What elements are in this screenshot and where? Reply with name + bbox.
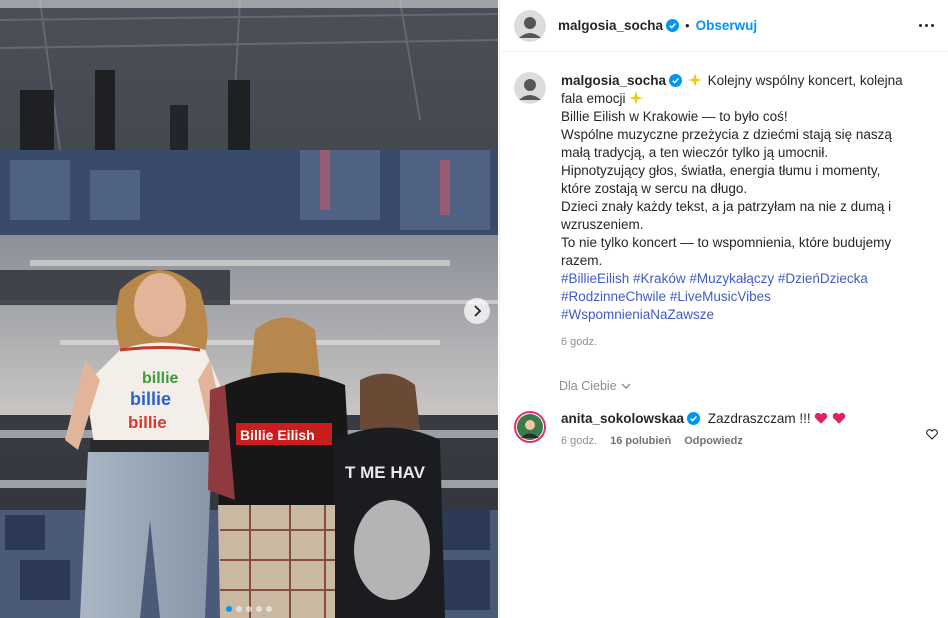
carousel-dot: [266, 606, 272, 612]
hashtag-list: #BillieEilish #Kraków #Muzykałączy #Dzie…: [561, 270, 911, 324]
caption-line-3: Wspólne muzyczne przeżycia z dziećmi sta…: [561, 127, 892, 160]
carousel-dot: [236, 606, 242, 612]
sparkles-icon: [687, 73, 702, 87]
red-heart-emoji-icon: [815, 412, 828, 424]
shirt-text-1: billie: [142, 370, 179, 387]
header-username[interactable]: malgosia_socha: [558, 18, 663, 33]
carousel-next-button[interactable]: [464, 298, 490, 324]
comment-username[interactable]: anita_sokolowskaa: [561, 411, 684, 426]
comment-text: Zazdraszczam !!!: [707, 411, 811, 426]
caption-username[interactable]: malgosia_socha: [561, 73, 666, 88]
verified-badge-icon: [669, 74, 683, 87]
comment-timestamp[interactable]: 6 godz.: [561, 435, 597, 447]
carousel-indicator: [0, 606, 498, 612]
post-header: malgosia_socha • Obserwuj: [500, 0, 948, 52]
post-caption: malgosia_socha Kolejny wspólny koncert, …: [500, 52, 948, 351]
hashtag-link[interactable]: #DzieńDziecka: [778, 271, 868, 286]
follow-button[interactable]: Obserwuj: [696, 18, 758, 33]
chevron-right-icon: [474, 305, 482, 317]
verified-badge-icon: [666, 19, 680, 32]
tee-text: Billie Eilish: [240, 427, 315, 443]
hashtag-link[interactable]: #LiveMusicVibes: [670, 289, 771, 304]
avatar[interactable]: [514, 72, 546, 104]
comment-likes-count[interactable]: 16 polubień: [610, 435, 671, 447]
shirt-text-2: billie: [130, 389, 171, 409]
carousel-dot: [256, 606, 262, 612]
post-timestamp[interactable]: 6 godz.: [561, 333, 911, 351]
like-comment-heart-icon[interactable]: [926, 429, 938, 440]
hashtag-link[interactable]: #RodzinneChwile: [561, 289, 666, 304]
avatar[interactable]: [514, 411, 546, 443]
shirt-text-3: billie: [128, 413, 167, 432]
caption-line-4: Hipnotyzujący głos, światła, energia tłu…: [561, 163, 881, 196]
carousel-dot: [246, 606, 252, 612]
hoodie-text: T ME HAV: [345, 463, 426, 482]
hashtag-link[interactable]: #Muzykałączy: [689, 271, 774, 286]
header-separator: •: [685, 18, 690, 33]
hashtag-link[interactable]: #WspomnieniaNaZawsze: [561, 307, 714, 322]
caption-line-2: Billie Eilish w Krakowie — to było coś!: [561, 109, 788, 124]
more-options-icon[interactable]: [919, 18, 934, 33]
post-side-panel: malgosia_socha • Obserwuj malgosia_socha…: [499, 0, 948, 618]
caption-line-5: Dzieci znały każdy tekst, a ja patrzyłam…: [561, 199, 892, 232]
red-heart-emoji-icon: [832, 412, 846, 424]
comments-filter-label: Dla Ciebie: [559, 379, 617, 393]
concert-photo: billie billie billie Billie Eilish T ME …: [0, 0, 498, 618]
post-photo: billie billie billie Billie Eilish T ME …: [0, 0, 498, 618]
reply-button[interactable]: Odpowiedz: [684, 435, 743, 447]
sparkles-icon: [629, 91, 644, 105]
avatar[interactable]: [514, 9, 546, 42]
hashtag-link[interactable]: #Kraków: [633, 271, 686, 286]
caption-line-6: To nie tylko koncert — to wspomnienia, k…: [561, 235, 892, 268]
hashtag-link[interactable]: #BillieEilish: [561, 271, 629, 286]
comment-item: anita_sokolowskaa Zazdraszczam !!! 6 god…: [500, 393, 948, 447]
chevron-down-icon: [621, 383, 631, 389]
carousel-dot: [226, 606, 232, 612]
verified-badge-icon: [687, 412, 701, 425]
comments-filter-dropdown[interactable]: Dla Ciebie: [559, 379, 948, 393]
